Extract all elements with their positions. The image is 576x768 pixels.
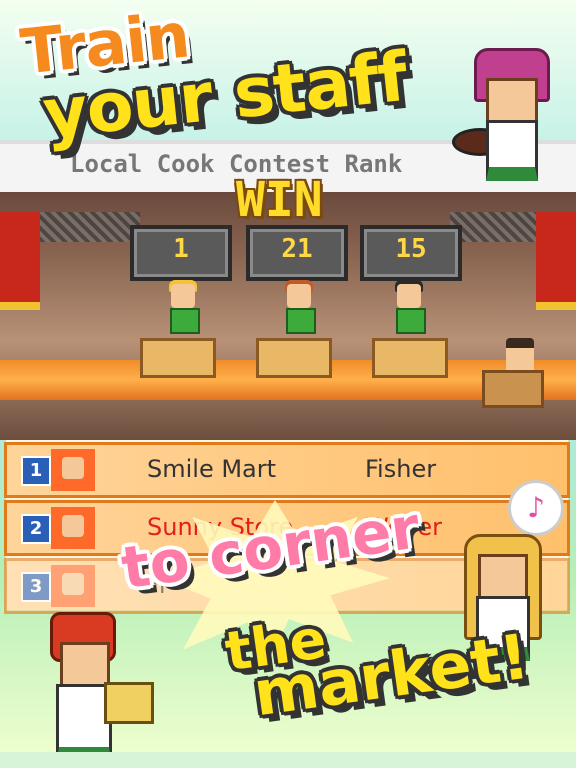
contestant-3-sprite	[392, 280, 426, 336]
manager-name: Fisher	[365, 455, 437, 483]
win-label: WIN	[236, 172, 323, 228]
stage-truss-left	[40, 212, 140, 242]
contestant-2-sprite	[282, 280, 316, 336]
trumpet-staff-sprite	[40, 612, 154, 765]
scoreboard-2: 21	[246, 225, 348, 281]
podium-1	[140, 338, 216, 378]
contestant-1-sprite	[166, 280, 200, 336]
score-value: 15	[395, 234, 427, 264]
chef-portrait-icon	[51, 449, 95, 491]
ranking-row: 1 Smile Mart Fisher	[4, 442, 570, 498]
podium-3	[372, 338, 448, 378]
music-note-icon: ♪	[508, 480, 564, 536]
podium-2	[256, 338, 332, 378]
bottom-strip	[0, 752, 576, 768]
chef-portrait-icon	[51, 565, 95, 607]
curtain-right	[536, 212, 576, 310]
scoreboard-1: 1	[130, 225, 232, 281]
stage-truss-right	[450, 212, 536, 242]
curtain-left	[0, 212, 40, 310]
rank-number: 3	[21, 572, 51, 602]
rank-number: 2	[21, 514, 51, 544]
score-value: 21	[281, 234, 313, 264]
store-name: Smile Mart	[147, 455, 277, 483]
chef-portrait-icon	[51, 507, 95, 549]
chef-with-pan-sprite	[452, 48, 562, 181]
scoreboard-3: 15	[360, 225, 462, 281]
judge-desk	[482, 370, 544, 408]
score-value: 1	[173, 234, 189, 264]
rank-number: 1	[21, 456, 51, 486]
